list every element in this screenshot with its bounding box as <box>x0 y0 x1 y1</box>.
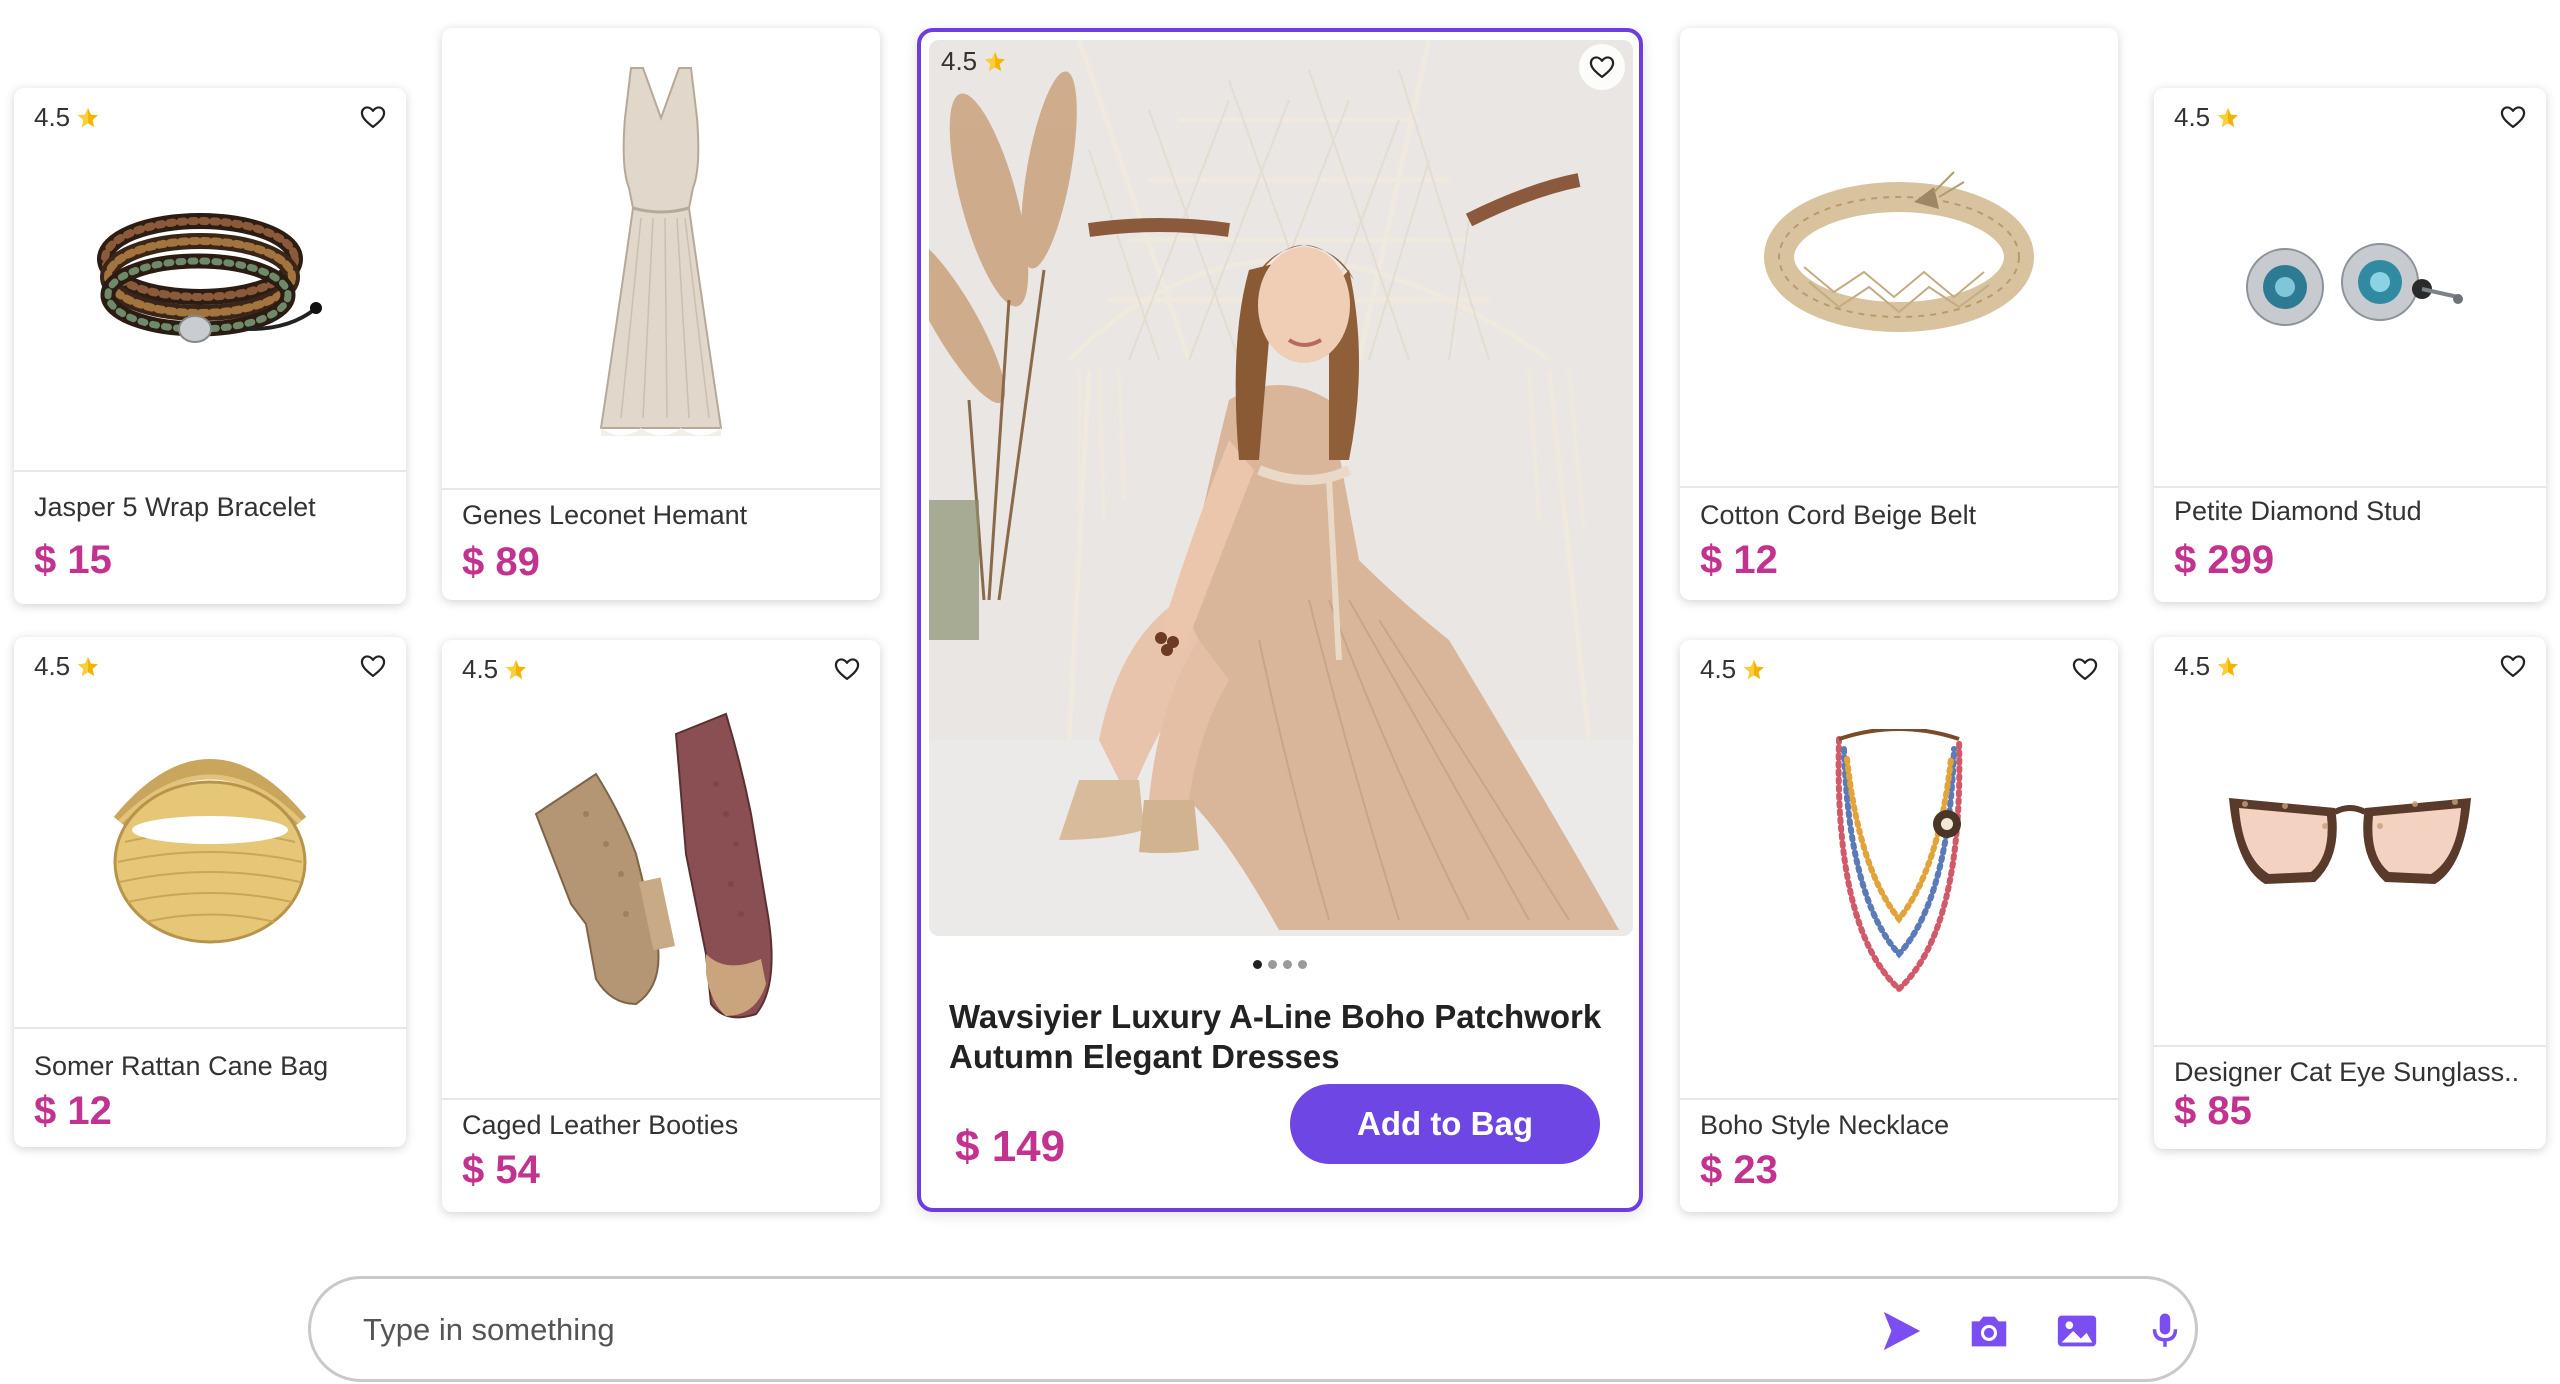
star-icon <box>504 658 528 682</box>
product-name: Boho Style Necklace <box>1700 1110 1950 1140</box>
product-card[interactable]: 4.5 Boho Style Necklace $ 23 <box>1680 640 2118 1212</box>
star-icon <box>1742 658 1766 682</box>
divider <box>442 1098 880 1100</box>
rating-value: 4.5 <box>462 654 499 684</box>
leather-booties-icon <box>534 712 773 1019</box>
rating: 4.5 <box>34 651 100 682</box>
rating: 4.5 <box>462 654 528 685</box>
send-icon[interactable] <box>1873 1303 1929 1359</box>
product-image <box>442 640 880 1098</box>
featured-product-price: $ 149 <box>955 1122 1066 1171</box>
rating-value: 4.5 <box>2174 102 2211 132</box>
rating: 4.5 <box>1700 654 1766 685</box>
rating-value: 4.5 <box>1700 654 1737 684</box>
product-price: $ 89 <box>462 540 540 584</box>
product-price: $ 23 <box>1700 1148 1778 1192</box>
rating-value: 4.5 <box>2174 651 2211 681</box>
rating-value: 4.5 <box>941 46 978 76</box>
star-icon <box>983 50 1007 74</box>
divider <box>14 1027 406 1029</box>
product-price: $ 15 <box>34 538 112 582</box>
product-price: $ 54 <box>462 1148 540 1192</box>
beaded-wrap-bracelet-icon <box>97 213 322 343</box>
favorite-heart-icon[interactable] <box>2068 652 2102 686</box>
sunglasses-icon <box>2229 798 2471 884</box>
cord-belt-icon <box>1764 171 2034 332</box>
product-card[interactable]: Genes Leconet Hemant $ 89 <box>442 28 880 600</box>
product-image <box>14 88 406 470</box>
rating: 4.5 <box>2174 102 2240 133</box>
star-icon <box>76 106 100 130</box>
divider <box>2154 486 2546 488</box>
favorite-heart-icon[interactable] <box>830 652 864 686</box>
product-name: Caged Leather Booties <box>462 1110 739 1140</box>
microphone-icon[interactable] <box>2137 1303 2193 1359</box>
product-name: Petite Diamond Stud <box>2174 496 2422 526</box>
product-image <box>2154 637 2546 1045</box>
chat-input[interactable] <box>361 1299 1665 1361</box>
product-price: $ 12 <box>34 1089 112 1133</box>
carousel-dot[interactable] <box>1298 960 1307 969</box>
product-image <box>1680 640 2118 1098</box>
model-in-boho-dress-image <box>929 40 1633 936</box>
product-card[interactable]: 4.5 Petite Diamond Stud $ 299 <box>2154 88 2546 602</box>
product-price: $ 85 <box>2174 1089 2252 1133</box>
stud-earrings-icon <box>2246 243 2463 326</box>
rattan-bag-icon <box>113 759 307 944</box>
carousel-dot[interactable] <box>1283 960 1292 969</box>
product-card[interactable]: 4.5 Designer Cat Eye Sunglass.. $ 85 <box>2154 637 2546 1149</box>
star-icon <box>76 655 100 679</box>
product-card[interactable]: Cotton Cord Beige Belt $ 12 <box>1680 28 2118 600</box>
product-name: Genes Leconet Hemant <box>462 500 748 530</box>
divider <box>2154 1045 2546 1047</box>
product-image <box>442 28 880 488</box>
product-card[interactable]: 4.5 Caged Leather Booties $ 54 <box>442 640 880 1212</box>
product-name: Designer Cat Eye Sunglass.. <box>2174 1057 2520 1087</box>
product-name: Somer Rattan Cane Bag <box>34 1051 329 1081</box>
favorite-heart-icon[interactable] <box>1579 44 1625 90</box>
star-icon <box>2216 655 2240 679</box>
favorite-heart-icon[interactable] <box>2496 100 2530 134</box>
product-image <box>1680 28 2118 486</box>
rating: 4.5 <box>2174 651 2240 682</box>
favorite-heart-icon[interactable] <box>2496 649 2530 683</box>
divider <box>1680 1098 2118 1100</box>
favorite-heart-icon[interactable] <box>356 100 390 134</box>
product-image <box>2154 88 2546 486</box>
rating-value: 4.5 <box>34 102 71 132</box>
product-name: Jasper 5 Wrap Bracelet <box>34 492 316 522</box>
divider <box>442 488 880 490</box>
product-image <box>14 637 406 1027</box>
featured-product-title: Wavsiyier Luxury A-Line Boho Patchwork A… <box>949 998 1602 1075</box>
carousel-dots[interactable] <box>921 960 1639 969</box>
carousel-dot[interactable] <box>1253 960 1262 969</box>
rating-value: 4.5 <box>34 651 71 681</box>
divider <box>1680 486 2118 488</box>
rating: 4.5 <box>34 102 100 133</box>
add-to-bag-button[interactable]: Add to Bag <box>1290 1084 1600 1164</box>
image-icon[interactable] <box>2049 1303 2105 1359</box>
beaded-necklace-icon <box>1835 729 1963 994</box>
rating: 4.5 <box>941 46 1007 77</box>
camera-icon[interactable] <box>1961 1303 2017 1359</box>
star-icon <box>2216 106 2240 130</box>
favorite-heart-icon[interactable] <box>356 649 390 683</box>
divider <box>14 470 406 472</box>
chat-input-bar <box>308 1276 2198 1382</box>
product-card[interactable]: 4.5 Somer Rattan Cane Bag $ 12 <box>14 637 406 1147</box>
featured-product-card[interactable]: 4.5 Wavsiyier Luxury A-Line Boho Patchwo… <box>917 28 1643 1212</box>
product-price: $ 299 <box>2174 538 2275 582</box>
product-card[interactable]: 4.5 Jasper 5 Wrap Bracelet $ 15 <box>14 88 406 604</box>
product-name: Cotton Cord Beige Belt <box>1700 500 1977 530</box>
linen-dress-icon <box>599 67 723 436</box>
carousel-dot[interactable] <box>1268 960 1277 969</box>
product-price: $ 12 <box>1700 538 1778 582</box>
product-photo <box>929 40 1633 936</box>
